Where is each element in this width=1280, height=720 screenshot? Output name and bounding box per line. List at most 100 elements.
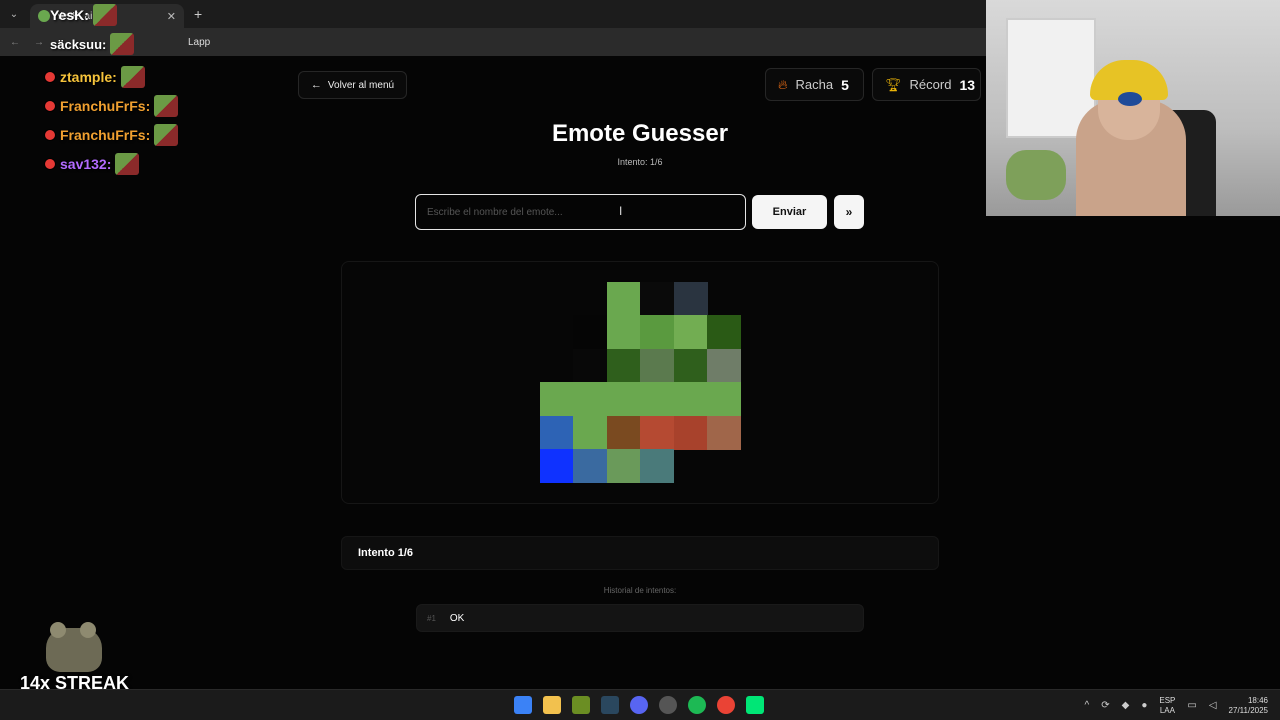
emote-pixel <box>673 382 708 417</box>
language-indicator[interactable]: ESP LAA <box>1159 696 1175 716</box>
emote-pixel <box>606 348 641 383</box>
record-label: Récord <box>909 77 952 92</box>
windows-start-icon[interactable] <box>514 696 532 714</box>
emote-pixel <box>673 348 708 383</box>
streak-label: Racha <box>795 77 834 92</box>
spotify-icon[interactable] <box>688 696 706 714</box>
emote-pixel <box>573 449 608 483</box>
chrome-icon[interactable] <box>717 696 735 714</box>
emote-icon <box>92 4 117 26</box>
emote-icon <box>120 65 145 88</box>
back-arrow-icon[interactable]: ← <box>6 37 24 48</box>
streak-value: 5 <box>841 76 849 93</box>
chat-line: säcksuu: <box>50 26 230 62</box>
emote-pixel <box>573 348 608 383</box>
chat-line: ztample: <box>44 62 230 91</box>
keyboard-layout: LAA <box>1159 705 1175 715</box>
emote-pixel <box>606 449 641 483</box>
emote-pixel <box>640 315 675 350</box>
taskbar: ^ ⟳ ◆ ● ESP LAA ▭ ◁ 18:46 27/11/2025 <box>0 689 1280 720</box>
emote-pixel <box>707 315 741 350</box>
clock-date: 27/11/2025 <box>1228 705 1268 715</box>
clock[interactable]: 18:46 27/11/2025 <box>1229 696 1268 716</box>
emote-pixel <box>540 348 574 383</box>
emote-pixel <box>707 348 741 383</box>
rat-emote-icon <box>46 622 102 672</box>
record-stat: 🏆︎ Récord 13 <box>872 68 981 101</box>
chat-username: FranchuFrFs: <box>60 126 151 143</box>
language-code: ESP <box>1159 695 1176 705</box>
emote-pixel <box>707 382 741 417</box>
webcam-plush-toy <box>1006 150 1066 200</box>
emote-pixel <box>640 449 675 483</box>
page-title: Emote Guesser <box>551 120 729 147</box>
attempt-counter: Intento: 1/6 <box>617 157 663 167</box>
volume-icon[interactable]: ◁ <box>1209 700 1217 711</box>
emote-icon <box>154 94 179 117</box>
emote-pixel <box>573 415 608 450</box>
emote-guess-input[interactable] <box>415 194 746 230</box>
emote-pixel <box>573 382 608 417</box>
record-value: 13 <box>959 76 976 93</box>
send-button[interactable]: Enviar <box>752 195 827 229</box>
emote-icon <box>154 123 179 146</box>
webcam-headband-logo <box>1118 92 1142 106</box>
pixelated-emote-image <box>540 282 741 483</box>
discord-icon[interactable] <box>630 696 648 714</box>
chat-badge-icon <box>44 157 56 170</box>
emote-pixel <box>640 348 675 383</box>
back-to-menu-label: Volver al menú <box>327 79 395 91</box>
chat-badge-icon <box>44 128 56 141</box>
file-explorer-icon[interactable] <box>543 696 561 714</box>
chat-username: sav132: <box>60 155 112 172</box>
tab-search-icon[interactable]: ⌄ <box>4 4 24 24</box>
chat-username: säcksuu: <box>50 36 107 52</box>
emote-pixel <box>540 415 574 450</box>
chat-line: sav132: <box>44 149 230 178</box>
microphone-icon[interactable]: ● <box>1141 700 1147 711</box>
emote-pixel <box>540 382 574 417</box>
chevron-up-icon[interactable]: ^ <box>1085 700 1090 711</box>
fire-icon: 🔥︎ <box>778 76 788 92</box>
attempt-status-bar: Intento 1/6 <box>341 536 939 570</box>
system-tray: ^ ⟳ ◆ ● ESP LAA ▭ ◁ 18:46 27/11/2025 <box>1079 690 1280 720</box>
emote-pixel <box>540 449 574 483</box>
emote-pixel <box>606 315 641 350</box>
webcam-feed <box>986 0 1280 216</box>
history-item: #1 OK <box>416 604 864 632</box>
history-label: Historial de intentos: <box>603 586 677 595</box>
text-cursor-icon: I <box>619 204 623 218</box>
emote-pixel <box>673 315 708 350</box>
streak-stat: 🔥︎ Racha 5 <box>765 68 864 101</box>
network-icon[interactable]: ▭ <box>1187 700 1196 711</box>
chat-username: FranchuFrFs: <box>60 97 151 114</box>
chat-badge-icon <box>44 99 56 112</box>
chat-line: FranchuFrFs: <box>44 120 230 149</box>
steam-icon[interactable] <box>601 696 619 714</box>
back-to-menu-button[interactable]: ← Volver al menú <box>298 71 407 99</box>
kick-icon[interactable] <box>746 696 764 714</box>
obs-icon[interactable] <box>659 696 677 714</box>
history-item-guess: OK <box>449 612 465 624</box>
clock-time: 18:46 <box>1247 695 1268 705</box>
arrow-left-icon: ← <box>310 79 322 91</box>
sync-icon[interactable]: ⟳ <box>1101 700 1109 711</box>
minecraft-icon[interactable] <box>572 696 590 714</box>
emote-icon <box>110 33 135 55</box>
emote-pixel <box>640 282 675 316</box>
taskbar-apps <box>514 696 764 714</box>
stream-chat-overlay: YesK: säcksuu: ztample: FranchuFrFs: Franc… <box>30 4 230 178</box>
security-icon[interactable]: ◆ <box>1122 700 1130 711</box>
chat-username: ztample: <box>60 68 117 85</box>
emote-pixel <box>606 282 641 316</box>
emote-pixel <box>640 382 675 417</box>
chat-badge-icon <box>44 70 56 83</box>
emote-pixel <box>640 415 675 450</box>
chat-username: YesK: <box>50 7 89 23</box>
history-item-number: #1 <box>427 613 436 623</box>
chat-line: FranchuFrFs: <box>44 91 230 120</box>
emote-pixel <box>573 315 608 350</box>
emote-pixel <box>606 415 641 450</box>
emote-icon <box>115 152 140 175</box>
skip-button[interactable]: » <box>834 195 864 229</box>
